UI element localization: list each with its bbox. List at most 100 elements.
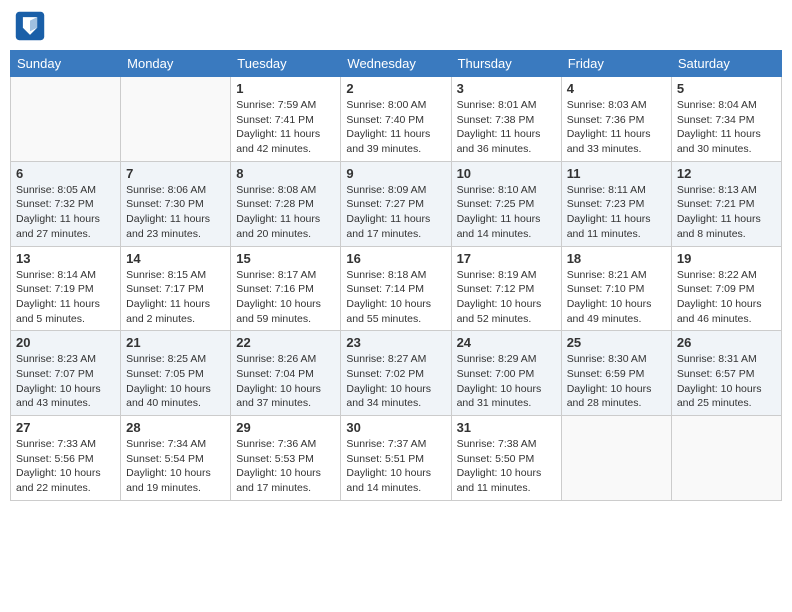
cell-content: Sunrise: 8:30 AM Sunset: 6:59 PM Dayligh…	[567, 352, 666, 411]
calendar-cell: 12 Sunrise: 8:13 AM Sunset: 7:21 PM Dayli…	[671, 161, 781, 246]
calendar-cell: 16 Sunrise: 8:18 AM Sunset: 7:14 PM Dayli…	[341, 246, 451, 331]
cell-content: Sunrise: 8:18 AM Sunset: 7:14 PM Dayligh…	[346, 268, 445, 327]
cell-content: Sunrise: 7:59 AM Sunset: 7:41 PM Dayligh…	[236, 98, 335, 157]
calendar-cell: 4 Sunrise: 8:03 AM Sunset: 7:36 PM Daylig…	[561, 77, 671, 162]
calendar-cell: 27Sunrise: 7:33 AM Sunset: 5:56 PM Dayli…	[11, 416, 121, 501]
cell-content: Sunrise: 8:10 AM Sunset: 7:25 PM Dayligh…	[457, 183, 556, 242]
day-number: 15	[236, 251, 335, 266]
day-number: 11	[567, 166, 666, 181]
cell-content: Sunrise: 8:00 AM Sunset: 7:40 PM Dayligh…	[346, 98, 445, 157]
calendar-cell: 25 Sunrise: 8:30 AM Sunset: 6:59 PM Dayli…	[561, 331, 671, 416]
page-header	[10, 10, 782, 42]
cell-content: Sunrise: 8:13 AM Sunset: 7:21 PM Dayligh…	[677, 183, 776, 242]
calendar-cell: 19Sunrise: 8:22 AM Sunset: 7:09 PM Dayli…	[671, 246, 781, 331]
calendar-cell: 15 Sunrise: 8:17 AM Sunset: 7:16 PM Dayli…	[231, 246, 341, 331]
week-row-4: 20 Sunrise: 8:23 AM Sunset: 7:07 PM Dayli…	[11, 331, 782, 416]
calendar-cell: 23 Sunrise: 8:27 AM Sunset: 7:02 PM Dayli…	[341, 331, 451, 416]
cell-content: Sunrise: 7:38 AM Sunset: 5:50 PM Dayligh…	[457, 437, 556, 496]
day-number: 3	[457, 81, 556, 96]
cell-content: Sunrise: 8:23 AM Sunset: 7:07 PM Dayligh…	[16, 352, 115, 411]
col-header-sunday: Sunday	[11, 51, 121, 77]
col-header-saturday: Saturday	[671, 51, 781, 77]
cell-content: Sunrise: 8:01 AM Sunset: 7:38 PM Dayligh…	[457, 98, 556, 157]
col-header-monday: Monday	[121, 51, 231, 77]
cell-content: Sunrise: 8:08 AM Sunset: 7:28 PM Dayligh…	[236, 183, 335, 242]
day-number: 17	[457, 251, 556, 266]
col-header-tuesday: Tuesday	[231, 51, 341, 77]
cell-content: Sunrise: 8:19 AM Sunset: 7:12 PM Dayligh…	[457, 268, 556, 327]
calendar-cell: 17 Sunrise: 8:19 AM Sunset: 7:12 PM Dayli…	[451, 246, 561, 331]
calendar-cell: 13 Sunrise: 8:14 AM Sunset: 7:19 PM Dayli…	[11, 246, 121, 331]
cell-content: Sunrise: 8:25 AM Sunset: 7:05 PM Dayligh…	[126, 352, 225, 411]
calendar-cell: 14 Sunrise: 8:15 AM Sunset: 7:17 PM Dayli…	[121, 246, 231, 331]
week-row-1: 1 Sunrise: 7:59 AM Sunset: 7:41 PM Daylig…	[11, 77, 782, 162]
cell-content: Sunrise: 7:36 AM Sunset: 5:53 PM Dayligh…	[236, 437, 335, 496]
day-number: 24	[457, 335, 556, 350]
calendar-table: SundayMondayTuesdayWednesdayThursdayFrid…	[10, 50, 782, 501]
cell-content: Sunrise: 8:27 AM Sunset: 7:02 PM Dayligh…	[346, 352, 445, 411]
week-row-3: 13 Sunrise: 8:14 AM Sunset: 7:19 PM Dayli…	[11, 246, 782, 331]
col-header-friday: Friday	[561, 51, 671, 77]
calendar-cell: 5 Sunrise: 8:04 AM Sunset: 7:34 PM Daylig…	[671, 77, 781, 162]
week-row-5: 27Sunrise: 7:33 AM Sunset: 5:56 PM Dayli…	[11, 416, 782, 501]
calendar-cell: 24 Sunrise: 8:29 AM Sunset: 7:00 PM Dayli…	[451, 331, 561, 416]
cell-content: Sunrise: 8:15 AM Sunset: 7:17 PM Dayligh…	[126, 268, 225, 327]
calendar-cell: 8 Sunrise: 8:08 AM Sunset: 7:28 PM Daylig…	[231, 161, 341, 246]
cell-content: Sunrise: 7:34 AM Sunset: 5:54 PM Dayligh…	[126, 437, 225, 496]
day-number: 13	[16, 251, 115, 266]
day-number: 23	[346, 335, 445, 350]
day-number: 28	[126, 420, 225, 435]
day-number: 4	[567, 81, 666, 96]
calendar-cell	[671, 416, 781, 501]
calendar-cell: 11Sunrise: 8:11 AM Sunset: 7:23 PM Dayli…	[561, 161, 671, 246]
day-number: 26	[677, 335, 776, 350]
cell-content: Sunrise: 8:22 AM Sunset: 7:09 PM Dayligh…	[677, 268, 776, 327]
calendar-cell: 28 Sunrise: 7:34 AM Sunset: 5:54 PM Dayli…	[121, 416, 231, 501]
cell-content: Sunrise: 8:06 AM Sunset: 7:30 PM Dayligh…	[126, 183, 225, 242]
day-number: 8	[236, 166, 335, 181]
calendar-cell: 22Sunrise: 8:26 AM Sunset: 7:04 PM Dayli…	[231, 331, 341, 416]
calendar-cell: 6 Sunrise: 8:05 AM Sunset: 7:32 PM Daylig…	[11, 161, 121, 246]
calendar-cell	[11, 77, 121, 162]
calendar-cell: 20 Sunrise: 8:23 AM Sunset: 7:07 PM Dayli…	[11, 331, 121, 416]
day-number: 20	[16, 335, 115, 350]
calendar-cell: 26 Sunrise: 8:31 AM Sunset: 6:57 PM Dayli…	[671, 331, 781, 416]
col-header-thursday: Thursday	[451, 51, 561, 77]
day-number: 6	[16, 166, 115, 181]
calendar-cell: 18Sunrise: 8:21 AM Sunset: 7:10 PM Dayli…	[561, 246, 671, 331]
logo-icon	[14, 10, 46, 42]
day-number: 12	[677, 166, 776, 181]
cell-content: Sunrise: 8:14 AM Sunset: 7:19 PM Dayligh…	[16, 268, 115, 327]
cell-content: Sunrise: 7:37 AM Sunset: 5:51 PM Dayligh…	[346, 437, 445, 496]
cell-content: Sunrise: 8:03 AM Sunset: 7:36 PM Dayligh…	[567, 98, 666, 157]
calendar-cell: 7Sunrise: 8:06 AM Sunset: 7:30 PM Daylig…	[121, 161, 231, 246]
day-number: 5	[677, 81, 776, 96]
day-number: 1	[236, 81, 335, 96]
day-number: 9	[346, 166, 445, 181]
day-number: 16	[346, 251, 445, 266]
calendar-cell: 10 Sunrise: 8:10 AM Sunset: 7:25 PM Dayli…	[451, 161, 561, 246]
cell-content: Sunrise: 8:17 AM Sunset: 7:16 PM Dayligh…	[236, 268, 335, 327]
logo	[14, 10, 50, 42]
day-number: 10	[457, 166, 556, 181]
day-number: 25	[567, 335, 666, 350]
cell-content: Sunrise: 8:04 AM Sunset: 7:34 PM Dayligh…	[677, 98, 776, 157]
calendar-cell: 9 Sunrise: 8:09 AM Sunset: 7:27 PM Daylig…	[341, 161, 451, 246]
day-number: 21	[126, 335, 225, 350]
cell-content: Sunrise: 8:26 AM Sunset: 7:04 PM Dayligh…	[236, 352, 335, 411]
cell-content: Sunrise: 8:29 AM Sunset: 7:00 PM Dayligh…	[457, 352, 556, 411]
day-number: 14	[126, 251, 225, 266]
week-row-2: 6 Sunrise: 8:05 AM Sunset: 7:32 PM Daylig…	[11, 161, 782, 246]
calendar-cell: 2 Sunrise: 8:00 AM Sunset: 7:40 PM Daylig…	[341, 77, 451, 162]
cell-content: Sunrise: 7:33 AM Sunset: 5:56 PM Dayligh…	[16, 437, 115, 496]
col-header-wednesday: Wednesday	[341, 51, 451, 77]
calendar-cell	[561, 416, 671, 501]
day-number: 2	[346, 81, 445, 96]
day-number: 29	[236, 420, 335, 435]
calendar-cell: 1 Sunrise: 7:59 AM Sunset: 7:41 PM Daylig…	[231, 77, 341, 162]
cell-content: Sunrise: 8:31 AM Sunset: 6:57 PM Dayligh…	[677, 352, 776, 411]
cell-content: Sunrise: 8:21 AM Sunset: 7:10 PM Dayligh…	[567, 268, 666, 327]
cell-content: Sunrise: 8:09 AM Sunset: 7:27 PM Dayligh…	[346, 183, 445, 242]
calendar-cell	[121, 77, 231, 162]
cell-content: Sunrise: 8:05 AM Sunset: 7:32 PM Dayligh…	[16, 183, 115, 242]
